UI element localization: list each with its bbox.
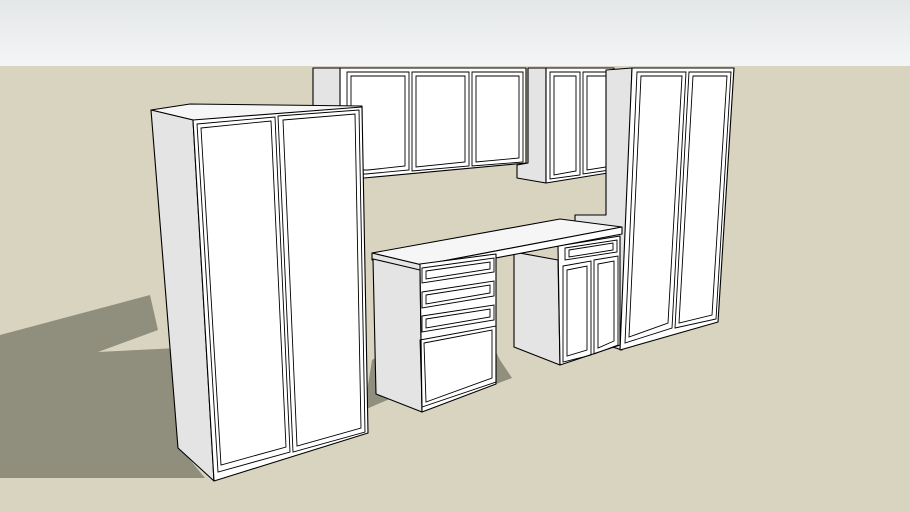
door-base-side [513, 251, 561, 366]
drawer-base-side [372, 258, 423, 413]
cabinet-model-viewport[interactable] [0, 0, 910, 512]
door-base-cabinet[interactable] [513, 235, 621, 366]
upper-corner-cabinet[interactable] [516, 67, 615, 184]
scene-canvas [0, 0, 910, 512]
drawer-base-cabinet[interactable] [372, 253, 497, 413]
sky [0, 0, 910, 66]
tall-pantry-cabinet-left[interactable] [150, 103, 369, 482]
upper-cabinet-front [339, 67, 527, 179]
